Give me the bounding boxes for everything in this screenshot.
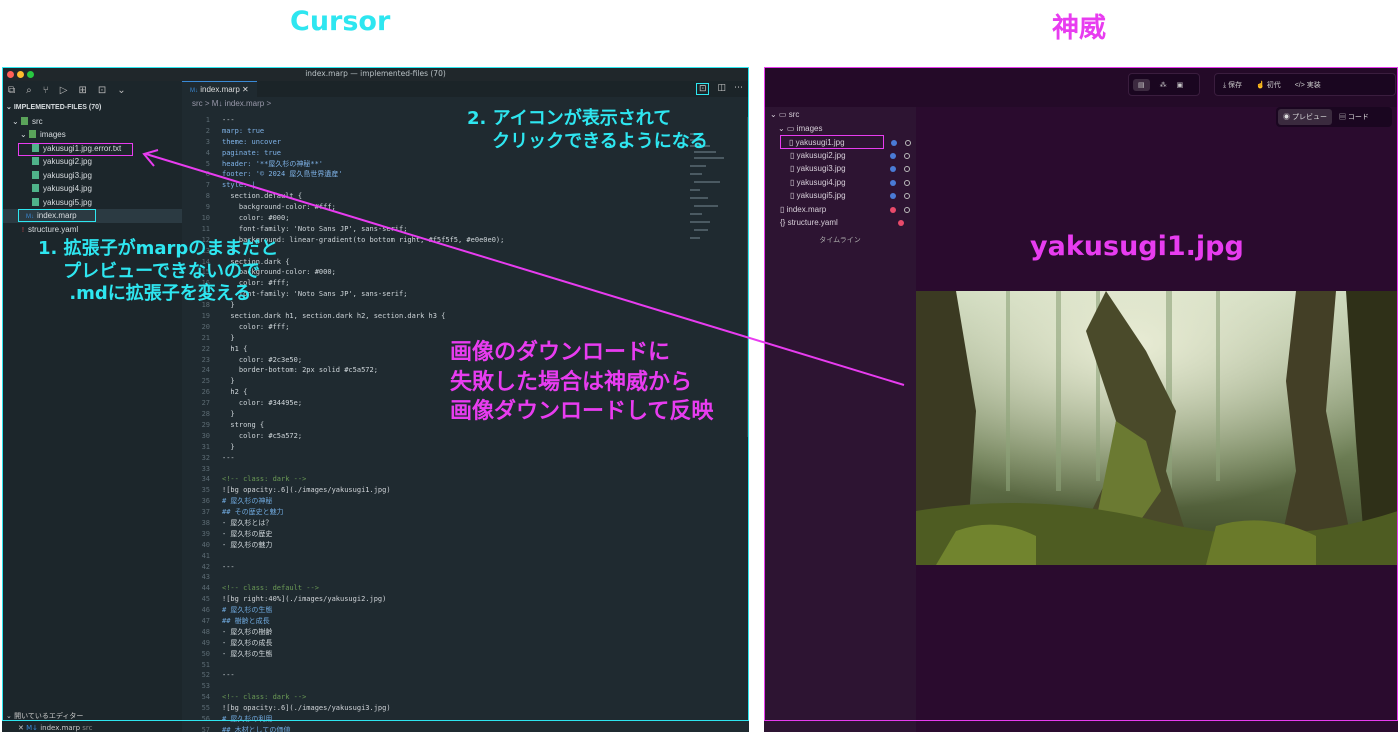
arrow-overlay <box>142 149 905 386</box>
arrow-line <box>145 153 905 386</box>
